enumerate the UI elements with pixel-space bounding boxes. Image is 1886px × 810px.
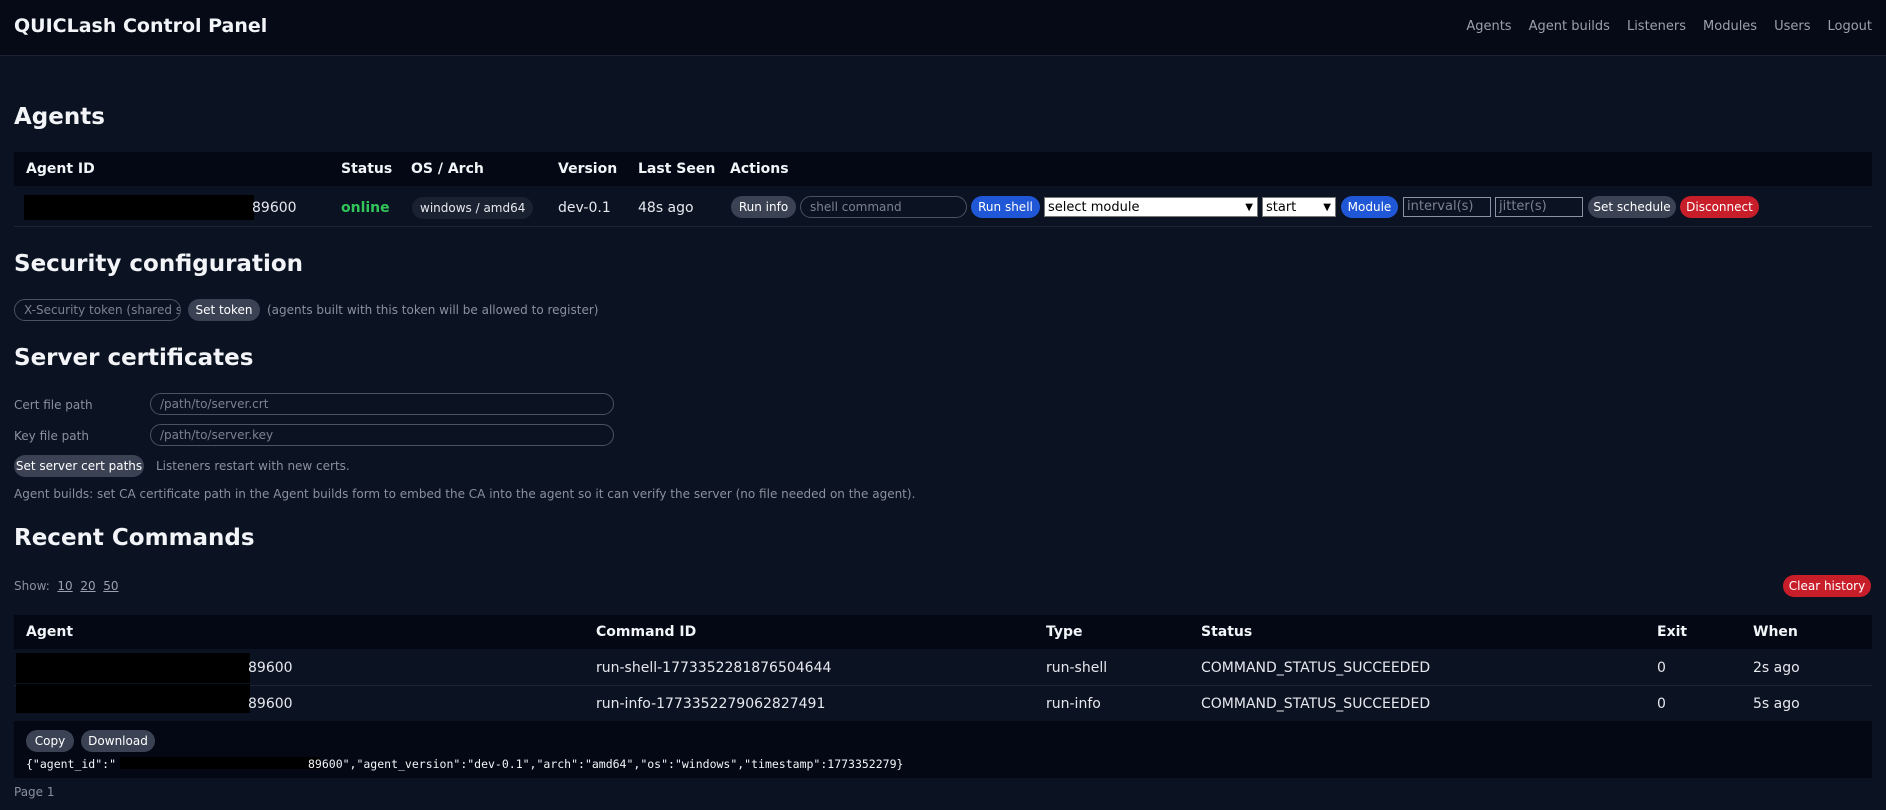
output-suffix: 89600","agent_version":"dev-0.1","arch":… bbox=[308, 757, 904, 771]
interval-input[interactable]: interval(s) bbox=[1403, 197, 1491, 217]
nav-logout[interactable]: Logout bbox=[1827, 19, 1872, 34]
col-version: Version bbox=[558, 161, 618, 177]
mode-select[interactable]: start ▼ bbox=[1262, 197, 1336, 217]
agents-heading: Agents bbox=[14, 104, 105, 130]
page-indicator: Page 1 bbox=[14, 785, 55, 799]
row-command-id: run-shell-1773352281876504644 bbox=[596, 660, 832, 676]
key-path-input[interactable]: /path/to/server.key bbox=[150, 424, 614, 446]
col-actions: Actions bbox=[730, 161, 789, 177]
copy-button[interactable]: Copy bbox=[26, 730, 74, 752]
col-type: Type bbox=[1046, 624, 1083, 640]
restart-note: Listeners restart with new certs. bbox=[156, 459, 350, 473]
show-10-link[interactable]: 10 bbox=[57, 579, 72, 593]
commands-row-divider bbox=[14, 685, 1872, 686]
cert-path-input[interactable]: /path/to/server.crt bbox=[150, 393, 614, 415]
module-select[interactable]: select module ▼ bbox=[1044, 197, 1258, 217]
chevron-down-icon: ▼ bbox=[1245, 202, 1253, 213]
row-status: COMMAND_STATUS_SUCCEEDED bbox=[1201, 660, 1431, 676]
output-prefix: {"agent_id":" bbox=[26, 757, 117, 771]
commands-heading: Recent Commands bbox=[14, 525, 255, 551]
nav-listeners[interactable]: Listeners bbox=[1627, 19, 1686, 34]
set-schedule-button[interactable]: Set schedule bbox=[1588, 196, 1676, 218]
nav-modules[interactable]: Modules bbox=[1703, 19, 1757, 34]
redacted-agent-id bbox=[24, 195, 254, 220]
row-when: 2s ago bbox=[1753, 660, 1800, 676]
row-type: run-shell bbox=[1046, 660, 1108, 676]
certs-heading: Server certificates bbox=[14, 345, 254, 371]
mode-select-value: start bbox=[1266, 200, 1297, 215]
show-label: Show: bbox=[14, 579, 50, 593]
top-nav: Agents Agent builds Listeners Modules Us… bbox=[1466, 19, 1872, 34]
key-path-label: Key file path bbox=[14, 429, 89, 443]
module-select-value: select module bbox=[1048, 200, 1140, 215]
cert-path-label: Cert file path bbox=[14, 398, 93, 412]
row-command-id: run-info-1773352279062827491 bbox=[596, 696, 826, 712]
jitter-input[interactable]: jitter(s) bbox=[1495, 197, 1583, 217]
top-bar: QUICLash Control Panel Agents Agent buil… bbox=[0, 0, 1886, 56]
set-token-button[interactable]: Set token bbox=[188, 299, 260, 321]
redacted-agent-id bbox=[120, 757, 320, 769]
module-button[interactable]: Module bbox=[1341, 196, 1398, 218]
row-status: COMMAND_STATUS_SUCCEEDED bbox=[1201, 696, 1431, 712]
col-agent-id: Agent ID bbox=[26, 161, 95, 177]
app-title: QUICLash Control Panel bbox=[14, 15, 268, 37]
nav-users[interactable]: Users bbox=[1774, 19, 1810, 34]
row-agent-suffix: 89600 bbox=[248, 660, 293, 676]
token-hint: (agents built with this token will be al… bbox=[267, 303, 599, 317]
col-command-id: Command ID bbox=[596, 624, 697, 640]
agents-table-header: Agent ID Status OS / Arch Version Last S… bbox=[14, 152, 1872, 186]
show-20-link[interactable]: 20 bbox=[80, 579, 95, 593]
agent-version: dev-0.1 bbox=[558, 200, 611, 216]
command-output-panel: Copy Download {"agent_id":" 89600","agen… bbox=[14, 721, 1872, 778]
os-arch-badge: windows / amd64 bbox=[412, 197, 534, 219]
show-50-link[interactable]: 50 bbox=[103, 579, 118, 593]
clear-history-button[interactable]: Clear history bbox=[1783, 575, 1871, 597]
page-size-selector: Show: 10 20 50 bbox=[14, 579, 119, 593]
shell-command-input[interactable]: shell command bbox=[800, 196, 967, 218]
col-cmd-status: Status bbox=[1201, 624, 1253, 640]
agent-status: online bbox=[341, 200, 390, 216]
col-status: Status bbox=[341, 161, 393, 177]
row-type: run-info bbox=[1046, 696, 1101, 712]
col-exit: Exit bbox=[1657, 624, 1688, 640]
disconnect-button[interactable]: Disconnect bbox=[1680, 196, 1759, 218]
chevron-down-icon: ▼ bbox=[1323, 202, 1331, 213]
row-agent-suffix: 89600 bbox=[248, 696, 293, 712]
commands-table-header: Agent Command ID Type Status Exit When bbox=[14, 615, 1872, 649]
agent-last-seen: 48s ago bbox=[638, 200, 694, 216]
download-button[interactable]: Download bbox=[81, 730, 155, 752]
nav-agent-builds[interactable]: Agent builds bbox=[1529, 19, 1610, 34]
security-heading: Security configuration bbox=[14, 251, 304, 277]
agent-id-suffix: 89600 bbox=[252, 200, 297, 216]
nav-agents[interactable]: Agents bbox=[1466, 19, 1511, 34]
run-info-button[interactable]: Run info bbox=[731, 196, 796, 218]
col-last-seen: Last Seen bbox=[638, 161, 716, 177]
run-shell-button[interactable]: Run shell bbox=[971, 196, 1040, 218]
redacted-agent-id bbox=[16, 653, 250, 683]
row-when: 5s ago bbox=[1753, 696, 1800, 712]
row-exit: 0 bbox=[1657, 660, 1666, 676]
security-token-input[interactable]: X-Security token (shared se bbox=[14, 299, 181, 321]
row-exit: 0 bbox=[1657, 696, 1666, 712]
col-when: When bbox=[1753, 624, 1798, 640]
builds-note: Agent builds: set CA certificate path in… bbox=[14, 487, 916, 501]
col-os-arch: OS / Arch bbox=[411, 161, 484, 177]
redacted-agent-id bbox=[16, 684, 250, 713]
agents-row-divider bbox=[14, 226, 1872, 227]
set-cert-paths-button[interactable]: Set server cert paths bbox=[14, 455, 144, 477]
col-agent: Agent bbox=[26, 624, 74, 640]
